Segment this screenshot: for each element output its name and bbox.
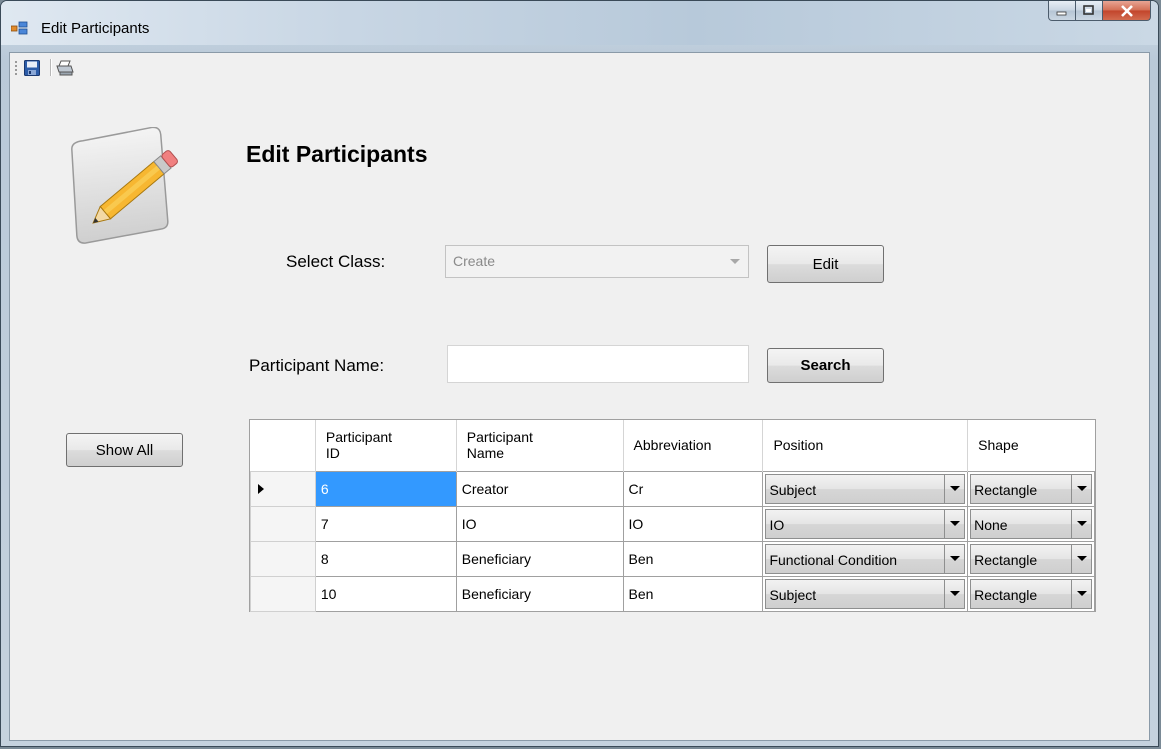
column-header-shape[interactable]: Shape — [967, 420, 1095, 471]
cell-abbreviation[interactable]: Ben — [622, 540, 764, 577]
toolbar — [10, 53, 1149, 81]
cell-position[interactable]: Functional Condition — [762, 540, 969, 577]
select-class-dropdown[interactable]: Create — [445, 245, 749, 278]
shape-value: Rectangle — [974, 586, 1038, 603]
cell-shape[interactable]: None — [967, 505, 1095, 542]
column-header-line2: Name — [466, 445, 505, 462]
row-header-corner — [250, 420, 316, 471]
cell-participant-name[interactable]: Beneficiary — [455, 540, 624, 577]
cell-participant-name[interactable]: Creator — [455, 470, 624, 507]
shape-dropdown[interactable]: None — [970, 508, 1092, 539]
select-class-label: Select Class: — [286, 252, 386, 271]
column-header-line2: ID — [325, 445, 340, 462]
participant-name-label: Participant Name: — [249, 356, 385, 375]
cell-position[interactable]: IO — [762, 505, 969, 542]
page-title: Edit Participants — [246, 141, 428, 167]
cell-participant-id[interactable]: 10 — [314, 575, 457, 612]
maximize-icon — [1083, 5, 1094, 15]
select-class-value: Create — [453, 253, 496, 269]
chevron-down-icon — [950, 485, 961, 491]
close-icon — [1120, 4, 1133, 17]
print-button[interactable] — [55, 58, 75, 78]
close-button[interactable] — [1103, 1, 1151, 21]
cell-abbreviation[interactable]: IO — [622, 505, 764, 542]
chevron-down-icon — [1077, 555, 1087, 561]
toolbar-grip[interactable] — [15, 61, 17, 75]
shape-dropdown[interactable]: Rectangle — [970, 473, 1092, 504]
cell-abbreviation[interactable]: Cr — [622, 470, 764, 507]
column-header-label: Position — [773, 437, 824, 454]
cell-participant-id[interactable]: 6 — [314, 470, 457, 507]
row-header[interactable] — [250, 540, 316, 577]
show-all-button[interactable]: Show All — [66, 433, 183, 467]
title-bar[interactable]: Edit Participants — [1, 1, 1158, 45]
row-header[interactable] — [250, 505, 316, 542]
cell-participant-name[interactable]: IO — [455, 505, 624, 542]
chevron-down-icon — [950, 520, 961, 526]
cell-position[interactable]: Subject — [762, 470, 969, 507]
position-value: Subject — [769, 586, 817, 603]
cell-abbreviation[interactable]: Ben — [622, 575, 764, 612]
table-row[interactable]: 8 Beneficiary Ben Functional Condition R… — [250, 540, 1095, 577]
maximize-button[interactable] — [1076, 1, 1103, 21]
participant-name-input[interactable] — [447, 345, 749, 383]
current-row-indicator-icon — [258, 483, 264, 494]
shape-dropdown[interactable]: Rectangle — [970, 543, 1092, 574]
shape-value: None — [974, 516, 1008, 533]
cell-shape[interactable]: Rectangle — [967, 470, 1095, 507]
chevron-down-icon — [950, 555, 961, 561]
chevron-down-icon — [730, 259, 740, 264]
cell-participant-name[interactable]: Beneficiary — [455, 575, 624, 612]
toolbar-separator — [50, 59, 52, 76]
column-header-label: Shape — [978, 437, 1019, 454]
grid-header-row: Participant ID Participant Name Abbrevia… — [250, 420, 1095, 471]
column-header-participant-name[interactable]: Participant Name — [456, 420, 624, 471]
table-row[interactable]: 6 Creator Cr Subject Rectangle — [250, 470, 1095, 507]
edit-button[interactable]: Edit — [767, 245, 884, 283]
cell-position[interactable]: Subject — [762, 575, 969, 612]
participants-grid[interactable]: Participant ID Participant Name Abbrevia… — [249, 419, 1096, 612]
save-icon — [24, 60, 40, 76]
minimize-button[interactable] — [1048, 1, 1076, 21]
position-dropdown[interactable]: Subject — [765, 578, 966, 609]
print-icon — [56, 60, 74, 76]
cell-shape[interactable]: Rectangle — [967, 540, 1095, 577]
minimize-icon — [1056, 11, 1067, 15]
chevron-down-icon — [1077, 485, 1087, 491]
cell-participant-id[interactable]: 7 — [314, 505, 457, 542]
cell-participant-id[interactable]: 8 — [314, 540, 457, 577]
position-dropdown[interactable]: IO — [765, 508, 966, 539]
form-icon — [10, 21, 28, 35]
chevron-down-icon — [1077, 520, 1087, 526]
search-button[interactable]: Search — [767, 348, 884, 383]
position-dropdown[interactable]: Subject — [765, 473, 966, 504]
column-header-position[interactable]: Position — [762, 420, 969, 471]
table-row[interactable]: 10 Beneficiary Ben Subject Rectangle — [250, 575, 1095, 612]
cell-shape[interactable]: Rectangle — [967, 575, 1095, 612]
edit-participants-window: Edit Participants Edit Participants Sele… — [0, 0, 1159, 747]
column-header-participant-id[interactable]: Participant ID — [315, 420, 457, 471]
column-header-line1: Participant — [466, 429, 533, 446]
row-header[interactable] — [250, 575, 316, 612]
position-value: IO — [769, 516, 785, 533]
column-header-line1: Participant — [325, 429, 393, 446]
row-header[interactable] — [250, 470, 316, 507]
chevron-down-icon — [950, 590, 961, 596]
position-value: Functional Condition — [769, 551, 898, 568]
table-row[interactable]: 7 IO IO IO None — [250, 505, 1095, 542]
column-header-abbreviation[interactable]: Abbreviation — [623, 420, 764, 471]
position-dropdown[interactable]: Functional Condition — [765, 543, 966, 574]
save-button[interactable] — [22, 58, 42, 78]
edit-pencil-icon — [66, 126, 188, 245]
window-title: Edit Participants — [41, 20, 150, 37]
column-header-label: Abbreviation — [633, 437, 712, 454]
shape-value: Rectangle — [974, 551, 1038, 568]
shape-value: Rectangle — [974, 481, 1038, 498]
shape-dropdown[interactable]: Rectangle — [970, 578, 1092, 609]
form-client-area: Edit Participants Select Class: Create E… — [9, 52, 1150, 741]
chevron-down-icon — [1077, 590, 1087, 596]
position-value: Subject — [769, 481, 817, 498]
